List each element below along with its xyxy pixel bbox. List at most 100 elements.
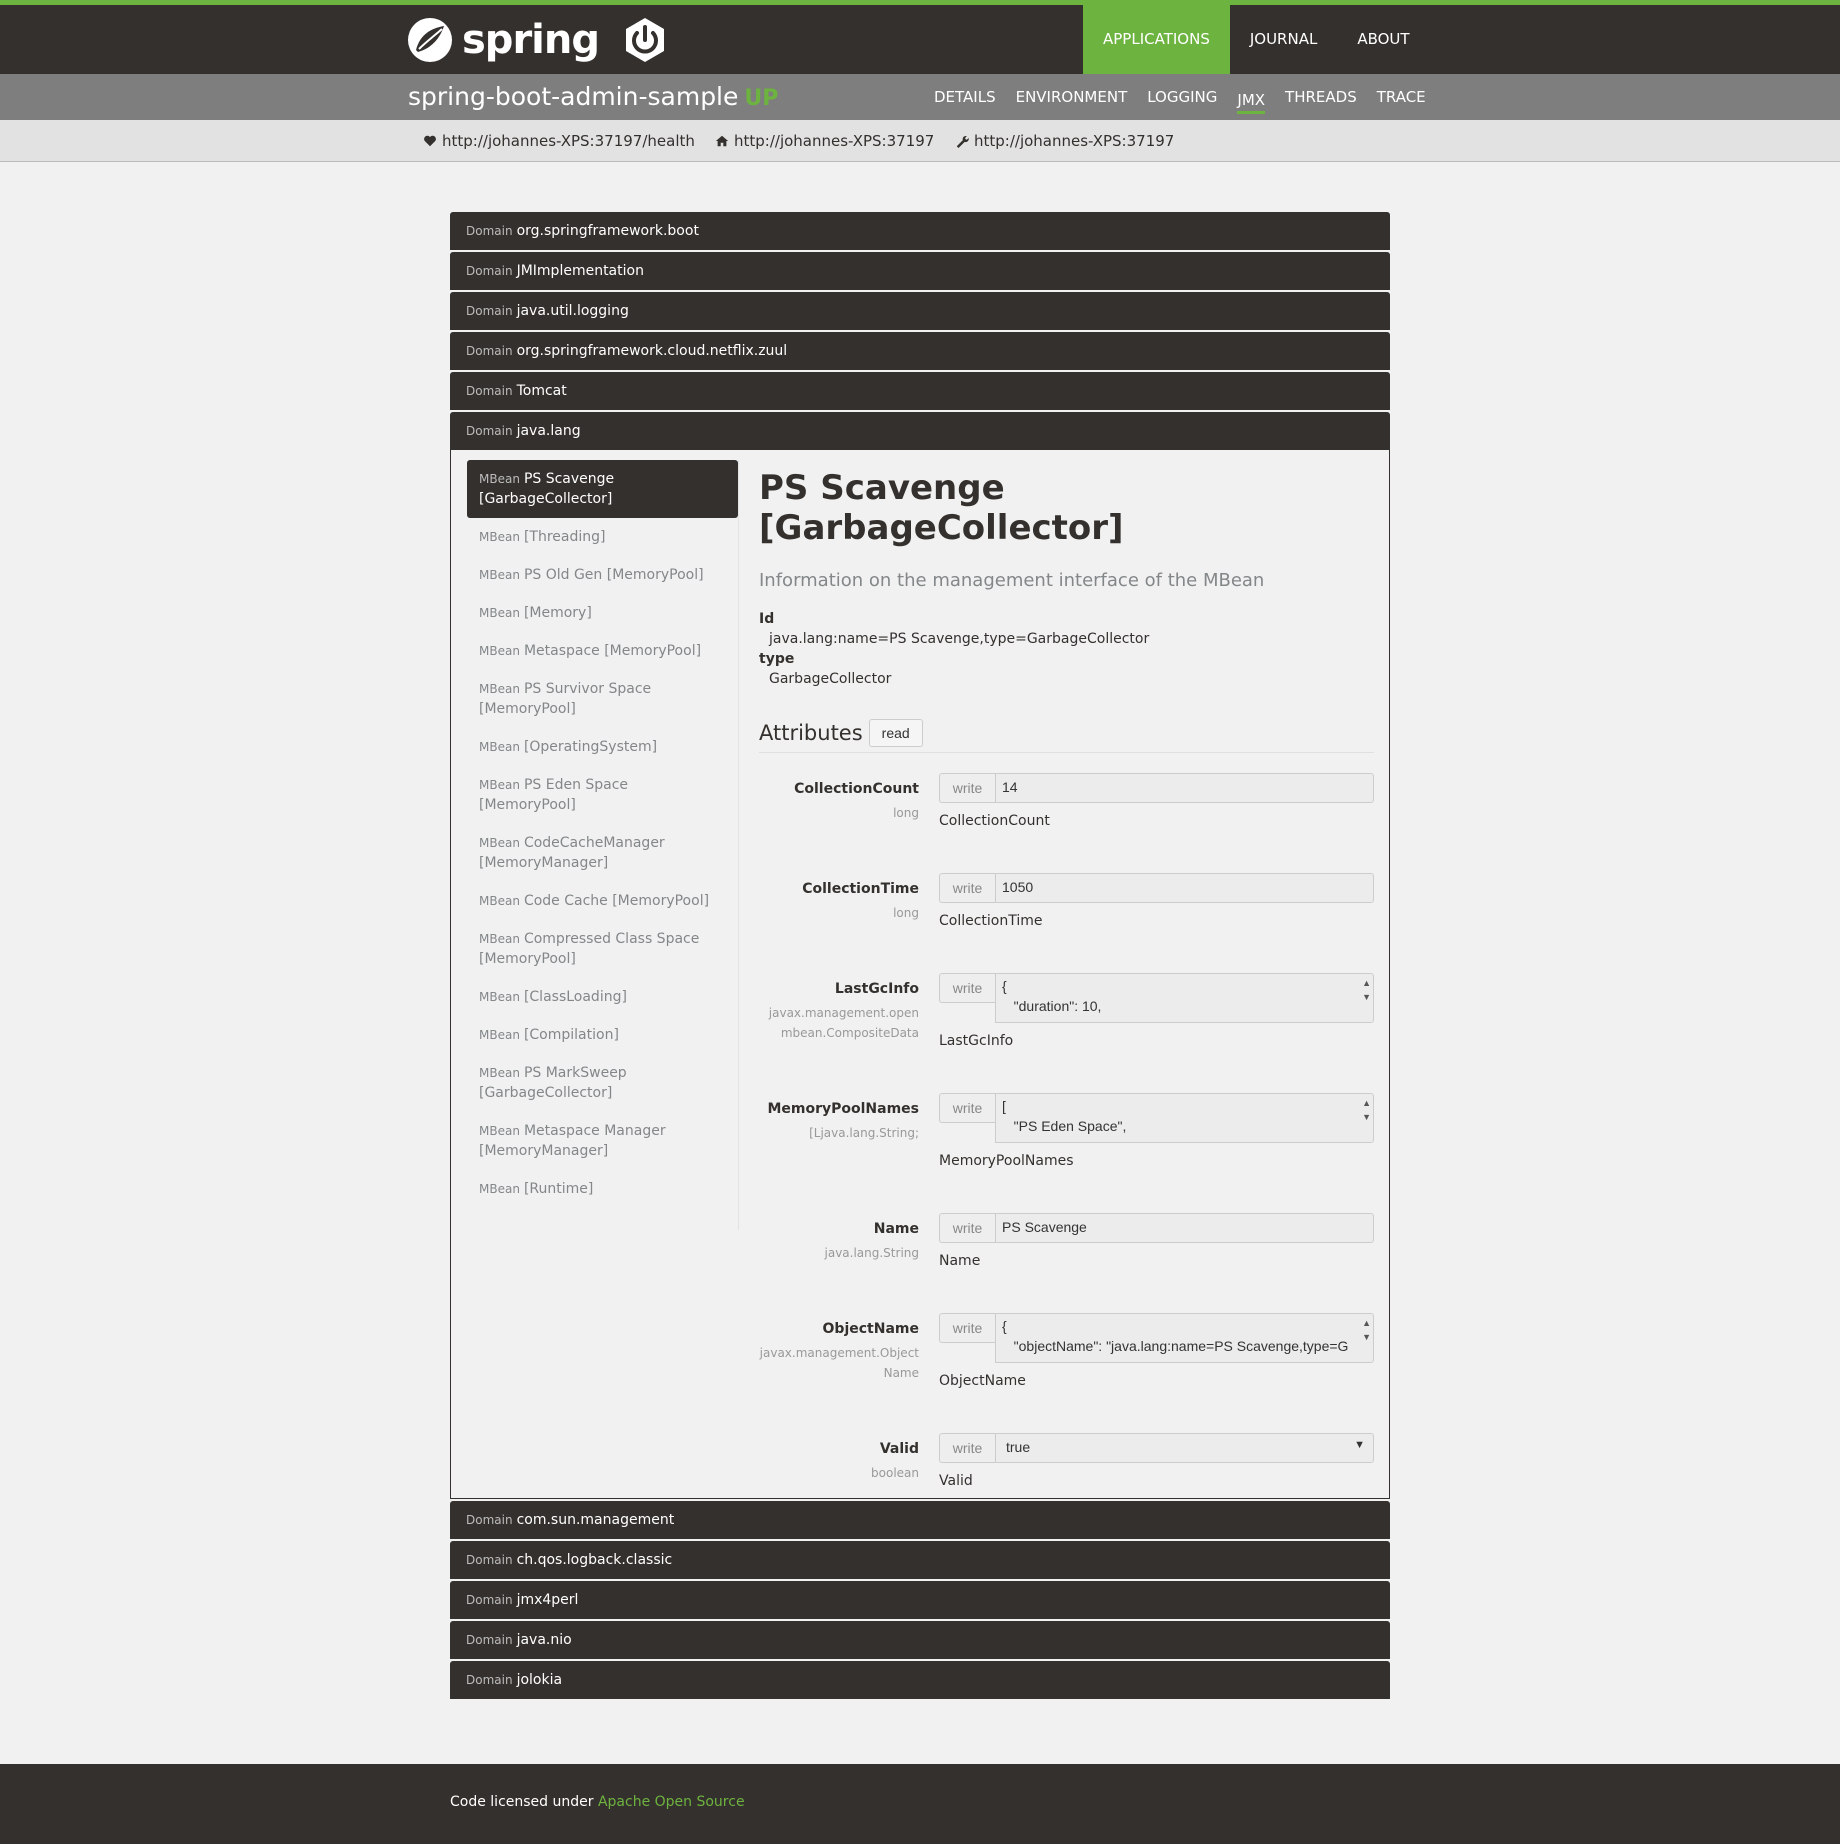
mbean-item[interactable]: MBean Compressed Class Space [MemoryPool]: [467, 920, 738, 978]
mbean-item[interactable]: MBean Metaspace Manager [MemoryManager]: [467, 1112, 738, 1170]
mbean-name: [ClassLoading]: [523, 989, 627, 1005]
domain-label: Domain: [466, 304, 513, 318]
scrollbar-arrows-icon[interactable]: ▲ ▼: [1362, 1316, 1371, 1344]
status-badge: UP: [744, 86, 779, 111]
attribute-type: long: [893, 806, 919, 820]
tab-trace[interactable]: TRACE: [1377, 74, 1426, 120]
mbean-title: PS Scavenge [GarbageCollector]: [759, 468, 1124, 548]
attribute-control: write { "duration": 10, ▲ ▼: [939, 973, 1374, 1023]
attribute-value-textarea[interactable]: { "duration": 10, ▲ ▼: [995, 973, 1374, 1023]
spring-logo[interactable]: spring: [406, 15, 669, 65]
tab-details[interactable]: DETAILS: [934, 74, 996, 120]
write-button[interactable]: write: [939, 973, 995, 1003]
domain-name: ch.qos.logback.classic: [516, 1552, 673, 1568]
nav-applications[interactable]: APPLICATIONS: [1083, 5, 1230, 74]
write-button[interactable]: write: [939, 1313, 995, 1343]
caret-down-icon: ▼: [1354, 1439, 1365, 1451]
license-text: Code licensed under: [450, 1794, 594, 1810]
domain-header[interactable]: Domain Tomcat: [450, 372, 1390, 410]
attribute-value-text: [ "PS Eden Space",: [1002, 1098, 1127, 1134]
domain-label: Domain: [466, 1553, 513, 1567]
domain-name: com.sun.management: [516, 1512, 675, 1528]
attribute-help: ObjectName: [939, 1373, 1026, 1389]
mbean-item[interactable]: MBean PS Scavenge [GarbageCollector]: [467, 460, 738, 518]
attribute-help: Name: [939, 1253, 981, 1269]
mbean-item[interactable]: MBean PS MarkSweep [GarbageCollector]: [467, 1054, 738, 1112]
domain-header[interactable]: Domain org.springframework.cloud.netflix.…: [450, 332, 1390, 370]
domain-name: org.springframework.boot: [516, 223, 699, 239]
management-url-link[interactable]: http://johannes-XPS:37197: [955, 132, 1174, 150]
mbean-label: MBean: [479, 1182, 520, 1196]
attribute-value-input[interactable]: 14: [995, 773, 1374, 803]
attribute-type: javax.management.openmbean.CompositeData: [768, 1006, 919, 1040]
domain-name: org.springframework.cloud.netflix.zuul: [516, 343, 788, 359]
domain-label: Domain: [466, 224, 513, 238]
domain-header[interactable]: Domain org.springframework.boot: [450, 212, 1390, 250]
attribute-value-select[interactable]: true ▼: [995, 1433, 1374, 1463]
domain-header[interactable]: Domain jmx4perl: [450, 1581, 1390, 1619]
mbean-item[interactable]: MBean Metaspace [MemoryPool]: [467, 632, 738, 670]
attribute-name: Name: [873, 1221, 919, 1237]
write-button[interactable]: write: [939, 1433, 995, 1463]
domain-panel-body: MBean PS Scavenge [GarbageCollector] MBea…: [450, 450, 1390, 1499]
management-url: http://johannes-XPS:37197: [974, 132, 1175, 150]
domain-label: Domain: [466, 1673, 513, 1687]
attributes-header: Attributes read: [759, 713, 1374, 753]
mbean-name: Code Cache [MemoryPool]: [523, 893, 710, 909]
tab-threads[interactable]: THREADS: [1285, 74, 1357, 120]
attribute-value-input[interactable]: 1050: [995, 873, 1374, 903]
nav-about[interactable]: ABOUT: [1337, 5, 1429, 74]
mbean-label: MBean: [479, 990, 520, 1004]
application-header: spring-boot-admin-sample UP DETAILS ENVIR…: [0, 74, 1840, 120]
attribute-value-textarea[interactable]: [ "PS Eden Space", ▲ ▼: [995, 1093, 1374, 1143]
mbean-item[interactable]: MBean PS Old Gen [MemoryPool]: [467, 556, 738, 594]
tab-logging[interactable]: LOGGING: [1147, 74, 1217, 120]
read-button[interactable]: read: [868, 718, 923, 747]
mbean-item[interactable]: MBean [Memory]: [467, 594, 738, 632]
mbean-description: Information on the management interface …: [759, 570, 1265, 591]
write-button[interactable]: write: [939, 873, 995, 903]
mbean-item[interactable]: MBean Code Cache [MemoryPool]: [467, 882, 738, 920]
application-tabs: DETAILS ENVIRONMENT LOGGING JMX THREADS …: [924, 74, 1436, 120]
scrollbar-arrows-icon[interactable]: ▲ ▼: [1362, 976, 1371, 1004]
write-button[interactable]: write: [939, 1093, 995, 1123]
tab-environment[interactable]: ENVIRONMENT: [1016, 74, 1128, 120]
domain-header[interactable]: Domain java.nio: [450, 1621, 1390, 1659]
domain-header[interactable]: Domain java.util.logging: [450, 292, 1390, 330]
attribute-value-textarea[interactable]: { "objectName": "java.lang:name=PS Scave…: [995, 1313, 1374, 1363]
mbean-item[interactable]: MBean [ClassLoading]: [467, 978, 738, 1016]
license-link[interactable]: Apache Open Source: [598, 1794, 745, 1810]
power-icon: [626, 18, 664, 62]
mbean-label: MBean: [479, 606, 520, 620]
tab-jmx[interactable]: JMX: [1237, 80, 1266, 114]
spring-leaf-icon: [408, 18, 452, 62]
domain-header-open[interactable]: Domain java.lang: [450, 412, 1390, 450]
domain-name: java.nio: [516, 1632, 572, 1648]
domain-header[interactable]: Domain ch.qos.logback.classic: [450, 1541, 1390, 1579]
mbean-item[interactable]: MBean CodeCacheManager [MemoryManager]: [467, 824, 738, 882]
write-button[interactable]: write: [939, 773, 995, 803]
mbean-item[interactable]: MBean [Runtime]: [467, 1170, 738, 1208]
mbean-item[interactable]: MBean [Threading]: [467, 518, 738, 556]
attributes-title: Attributes: [759, 720, 863, 745]
domain-header[interactable]: Domain JMImplementation: [450, 252, 1390, 290]
domain-header[interactable]: Domain jolokia: [450, 1661, 1390, 1699]
domain-header[interactable]: Domain com.sun.management: [450, 1501, 1390, 1539]
id-label: Id: [759, 611, 775, 627]
mbean-item[interactable]: MBean [OperatingSystem]: [467, 728, 738, 766]
mbean-item[interactable]: MBean [Compilation]: [467, 1016, 738, 1054]
selected-value: true: [1006, 1439, 1031, 1455]
jmx-domains: Domain org.springframework.boot Domain JMI…: [450, 212, 1390, 1701]
attribute-control: write 14: [939, 773, 1374, 803]
health-url-link[interactable]: http://johannes-XPS:37197/health: [423, 132, 695, 150]
scrollbar-arrows-icon[interactable]: ▲ ▼: [1362, 1096, 1371, 1124]
attribute-value-input[interactable]: PS Scavenge: [995, 1213, 1374, 1243]
attribute-help: LastGcInfo: [939, 1033, 1014, 1049]
write-button[interactable]: write: [939, 1213, 995, 1243]
attribute-name: Valid: [879, 1441, 919, 1457]
home-url-link[interactable]: http://johannes-XPS:37197: [715, 132, 934, 150]
nav-journal[interactable]: JOURNAL: [1230, 5, 1337, 74]
domain-label: Domain: [466, 1513, 513, 1527]
mbean-item[interactable]: MBean PS Eden Space [MemoryPool]: [467, 766, 738, 824]
mbean-item[interactable]: MBean PS Survivor Space [MemoryPool]: [467, 670, 738, 728]
